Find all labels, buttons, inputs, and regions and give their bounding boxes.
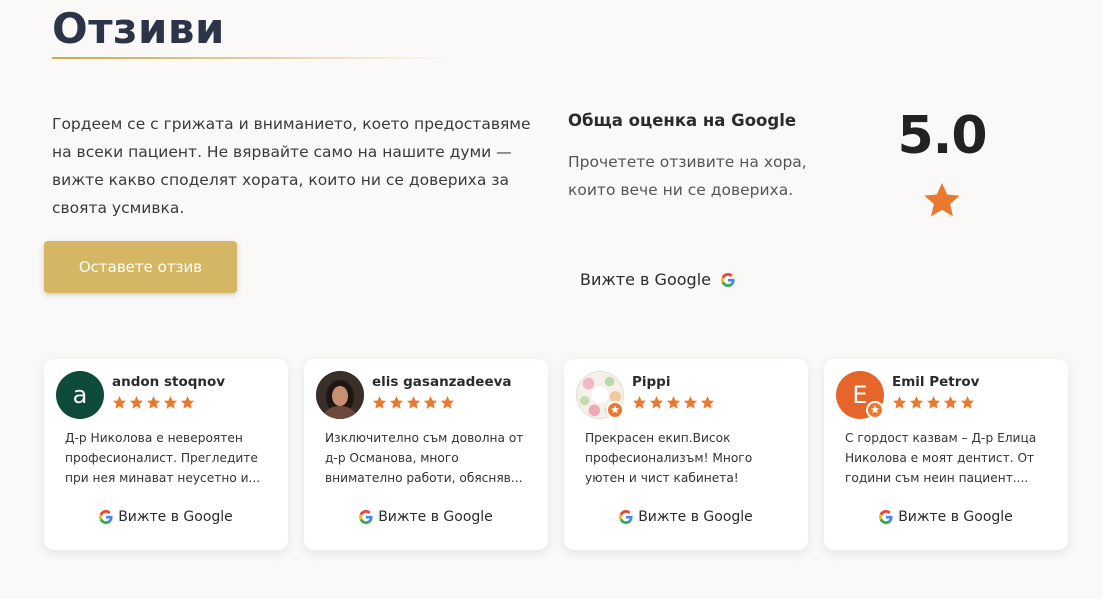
view-on-google-label: Вижте в Google <box>580 270 711 289</box>
view-on-google-label: Вижте в Google <box>898 509 1013 525</box>
review-card: a andon stoqnov Д-р Николова е неверояте… <box>44 359 288 550</box>
view-on-google-label: Вижте в Google <box>638 509 753 525</box>
star-icon <box>406 396 421 409</box>
reviewer-name: elis gasanzadeeva <box>372 374 512 390</box>
avatar-initial: E <box>852 381 868 409</box>
view-on-google-link[interactable]: Вижте в Google <box>44 509 288 525</box>
star-icon <box>146 396 161 409</box>
rating-stars <box>632 395 715 410</box>
leave-review-button[interactable]: Оставете отзив <box>44 241 237 293</box>
view-on-google-link[interactable]: Вижте в Google <box>304 509 548 525</box>
review-text: Д-р Николова е невероятен професионалист… <box>65 431 261 485</box>
rating-stars <box>112 395 195 410</box>
google-icon <box>879 510 893 524</box>
google-icon <box>619 510 633 524</box>
rating-stars <box>372 395 455 410</box>
review-text: С гордост казвам – Д-р Елица Николова е … <box>845 431 1037 485</box>
reviewer-name: andon stoqnov <box>112 374 226 390</box>
star-icon <box>683 396 698 409</box>
local-guide-badge-icon <box>606 401 624 419</box>
section-title: Отзиви <box>52 4 225 53</box>
avatar <box>316 371 364 419</box>
star-icon <box>163 396 178 409</box>
review-card: elis gasanzadeeva Изключително съм довол… <box>304 359 548 550</box>
star-icon <box>112 396 127 409</box>
local-guide-badge-icon <box>866 401 884 419</box>
star-icon <box>922 180 962 220</box>
star-icon <box>389 396 404 409</box>
profile-photo-icon <box>316 371 364 419</box>
star-icon <box>892 396 907 409</box>
avatar: a <box>56 371 104 419</box>
google-icon <box>720 272 735 287</box>
reviewer-name: Pippi <box>632 374 671 390</box>
review-card: E Emil Petrov С гордост казвам – Д-р Ели… <box>824 359 1068 550</box>
star-icon <box>926 396 941 409</box>
overall-score: 5.0 <box>897 106 987 166</box>
google-icon <box>359 510 373 524</box>
google-overall-text: Прочетете отзивите на хора, които вече н… <box>568 153 807 199</box>
star-icon <box>180 396 195 409</box>
view-on-google-link[interactable]: Вижте в Google <box>564 509 808 525</box>
star-icon <box>700 396 715 409</box>
google-overall-title: Обща оценка на Google <box>568 111 797 130</box>
rating-stars <box>892 395 975 410</box>
star-icon <box>129 396 144 409</box>
star-icon <box>943 396 958 409</box>
view-on-google-label: Вижте в Google <box>378 509 493 525</box>
star-icon <box>960 396 975 409</box>
google-icon <box>99 510 113 524</box>
review-text: Прекрасен екип.Висок професионализъм! Мн… <box>585 431 753 485</box>
reviewer-name: Emil Petrov <box>892 374 980 390</box>
view-on-google-label: Вижте в Google <box>118 509 233 525</box>
star-icon <box>632 396 647 409</box>
star-icon <box>909 396 924 409</box>
review-card: Pippi Прекрасен екип.Висок професионализ… <box>564 359 808 550</box>
title-underline <box>52 57 452 59</box>
avatar-initial: a <box>72 381 88 409</box>
star-icon <box>440 396 455 409</box>
star-icon <box>372 396 387 409</box>
star-icon <box>423 396 438 409</box>
intro-text: Гордеем се с грижата и вниманието, което… <box>52 115 531 217</box>
view-on-google-link[interactable]: Вижте в Google <box>580 270 735 289</box>
star-icon <box>666 396 681 409</box>
view-on-google-link[interactable]: Вижте в Google <box>824 509 1068 525</box>
review-text: Изключително съм доволна от д-р Османова… <box>325 431 524 485</box>
google-overall-block: Обща оценка на Google Прочетете отзивите… <box>568 111 808 204</box>
star-icon <box>649 396 664 409</box>
reviews-list: a andon stoqnov Д-р Николова е неверояте… <box>44 359 1068 550</box>
